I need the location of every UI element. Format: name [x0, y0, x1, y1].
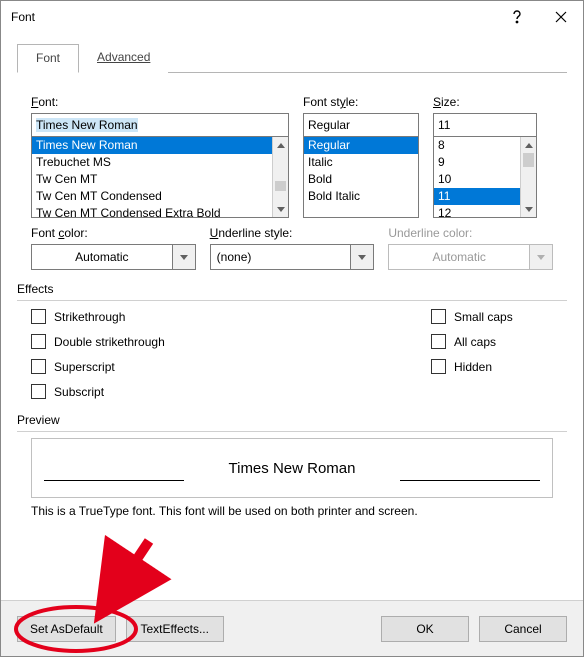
preview-baseline [44, 480, 184, 481]
tab-strip: Font Advanced [17, 43, 567, 73]
help-button[interactable] [495, 2, 539, 32]
scroll-thumb[interactable] [275, 181, 286, 192]
font-item[interactable]: Tw Cen MT Condensed [32, 188, 288, 205]
chevron-down-icon [529, 244, 553, 270]
checkbox-small-caps[interactable]: Small caps [431, 309, 513, 324]
style-item[interactable]: Bold Italic [304, 188, 418, 205]
scroll-up-icon[interactable] [521, 137, 536, 153]
dialog-title: Font [11, 10, 35, 24]
size-listbox[interactable]: 8 9 10 11 12 [433, 136, 537, 218]
preview-box: Times New Roman [31, 438, 553, 498]
underline-style-combo[interactable]: (none) [210, 244, 375, 270]
font-item[interactable]: Times New Roman [32, 137, 288, 154]
size-scrollbar[interactable] [520, 137, 536, 217]
font-scrollbar[interactable] [272, 137, 288, 217]
scroll-thumb[interactable] [523, 153, 534, 167]
font-item[interactable]: Tw Cen MT [32, 171, 288, 188]
font-item[interactable]: Tw Cen MT Condensed Extra Bold [32, 205, 288, 218]
cancel-button[interactable]: Cancel [479, 616, 567, 642]
scroll-up-icon[interactable] [273, 137, 288, 153]
set-as-default-button[interactable]: Set As Default [17, 616, 116, 642]
size-input[interactable]: 11 [433, 113, 537, 137]
chevron-down-icon[interactable] [172, 244, 196, 270]
text-effects-button[interactable]: Text Effects... [126, 616, 224, 642]
font-description: This is a TrueType font. This font will … [17, 498, 567, 518]
style-label: Font style: [303, 95, 419, 109]
preview-group-title: Preview [17, 413, 567, 432]
tab-font[interactable]: Font [17, 44, 79, 73]
size-label: Size: [433, 95, 537, 109]
chevron-down-icon[interactable] [350, 244, 374, 270]
font-label: Font: [31, 95, 289, 109]
font-color-label: Font color: [31, 226, 196, 240]
underline-style-label: Underline style: [210, 226, 375, 240]
font-item[interactable]: Trebuchet MS [32, 154, 288, 171]
checkbox-double-strikethrough[interactable]: Double strikethrough [31, 334, 291, 349]
checkbox-strikethrough[interactable]: Strikethrough [31, 309, 291, 324]
style-item[interactable]: Bold [304, 171, 418, 188]
titlebar: Font [1, 1, 583, 33]
effects-group-title: Effects [17, 282, 567, 301]
underline-color-label: Underline color: [388, 226, 553, 240]
style-input[interactable]: Regular [303, 113, 419, 137]
font-color-combo[interactable]: Automatic [31, 244, 196, 270]
font-listbox[interactable]: Times New Roman Trebuchet MS Tw Cen MT T… [31, 136, 289, 218]
style-item[interactable]: Regular [304, 137, 418, 154]
checkbox-subscript[interactable]: Subscript [31, 384, 291, 399]
ok-button[interactable]: OK [381, 616, 469, 642]
font-input[interactable]: Times New Roman [31, 113, 289, 137]
dialog-footer: Set As Default Text Effects... OK Cancel [1, 600, 583, 656]
preview-baseline [400, 480, 540, 481]
checkbox-all-caps[interactable]: All caps [431, 334, 513, 349]
tab-advanced[interactable]: Advanced [79, 44, 168, 73]
style-item[interactable]: Italic [304, 154, 418, 171]
checkbox-superscript[interactable]: Superscript [31, 359, 291, 374]
checkbox-hidden[interactable]: Hidden [431, 359, 513, 374]
scroll-down-icon[interactable] [273, 201, 288, 217]
style-listbox[interactable]: Regular Italic Bold Bold Italic [303, 136, 419, 218]
underline-color-combo: Automatic [388, 244, 553, 270]
scroll-down-icon[interactable] [521, 201, 536, 217]
preview-text: Times New Roman [229, 460, 356, 477]
close-button[interactable] [539, 2, 583, 32]
